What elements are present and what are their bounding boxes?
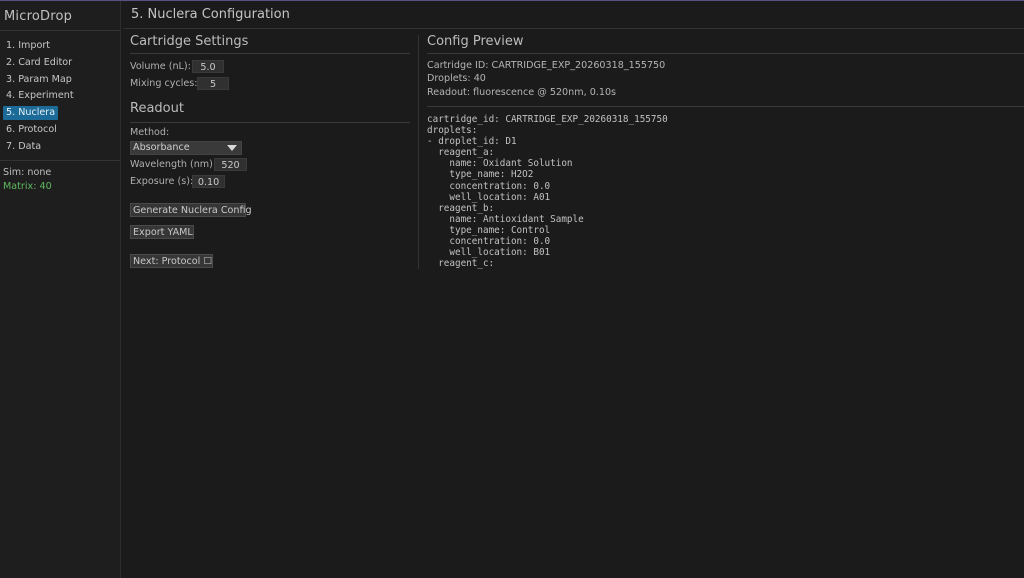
readout-summary-text: Readout: fluorescence @ 520nm, 0.10s bbox=[427, 87, 617, 98]
volume-input[interactable]: 5.0 bbox=[192, 60, 224, 73]
section-divider bbox=[427, 53, 1024, 54]
yaml-preview: cartridge_id: CARTRIDGE_EXP_20260318_155… bbox=[427, 114, 668, 270]
mixing-cycles-input[interactable]: 5 bbox=[197, 77, 229, 90]
page-title: 5. Nuclera Configuration bbox=[131, 7, 290, 22]
cartridge-id-text: Cartridge ID: CARTRIDGE_EXP_20260318_155… bbox=[427, 60, 666, 71]
sidebar-item-protocol[interactable]: 6. Protocol bbox=[3, 123, 60, 137]
sidebar-item-experiment[interactable]: 4. Experiment bbox=[3, 89, 77, 103]
exposure-label: Exposure (s): bbox=[130, 176, 194, 187]
sidebar-item-card-editor[interactable]: 2. Card Editor bbox=[3, 56, 75, 70]
mixing-cycles-label: Mixing cycles: bbox=[130, 78, 198, 89]
header-divider bbox=[124, 28, 1024, 29]
app-title: MicroDrop bbox=[4, 9, 73, 24]
exposure-input[interactable]: 0.10 bbox=[192, 175, 225, 188]
section-divider bbox=[130, 53, 410, 54]
sidebar-item-param-map[interactable]: 3. Param Map bbox=[3, 73, 75, 87]
sidebar-divider bbox=[0, 160, 120, 161]
export-yaml-button[interactable]: Export YAML bbox=[130, 225, 194, 239]
sidebar-nav: 1. Import 2. Card Editor 3. Param Map 4.… bbox=[3, 39, 117, 157]
next-protocol-button[interactable]: Next: Protocol ☐ bbox=[130, 254, 213, 268]
matrix-status: Matrix: 40 bbox=[3, 181, 52, 192]
config-preview-heading: Config Preview bbox=[427, 34, 524, 49]
method-select-value: Absorbance bbox=[133, 142, 190, 153]
section-divider bbox=[427, 106, 1024, 107]
sidebar: MicroDrop 1. Import 2. Card Editor 3. Pa… bbox=[0, 1, 121, 578]
droplets-count-text: Droplets: 40 bbox=[427, 73, 486, 84]
cartridge-settings-heading: Cartridge Settings bbox=[130, 34, 249, 49]
volume-label: Volume (nL): bbox=[130, 61, 191, 72]
generate-config-button[interactable]: Generate Nuclera Config bbox=[130, 203, 252, 217]
sidebar-divider bbox=[0, 30, 120, 31]
method-label: Method: bbox=[130, 127, 170, 138]
sidebar-item-data[interactable]: 7. Data bbox=[3, 140, 44, 154]
section-divider bbox=[130, 122, 410, 123]
wavelength-input[interactable]: 520 bbox=[214, 158, 247, 171]
sidebar-item-nuclera[interactable]: 5. Nuclera bbox=[3, 106, 59, 121]
method-select[interactable]: Absorbance bbox=[130, 141, 242, 155]
readout-heading: Readout bbox=[130, 101, 184, 116]
chevron-down-icon bbox=[227, 145, 237, 151]
column-divider bbox=[418, 35, 419, 269]
sidebar-item-import[interactable]: 1. Import bbox=[3, 39, 53, 53]
wavelength-label: Wavelength (nm): bbox=[130, 159, 217, 170]
sim-status: Sim: none bbox=[3, 167, 52, 178]
window-top-border bbox=[0, 0, 1024, 1]
